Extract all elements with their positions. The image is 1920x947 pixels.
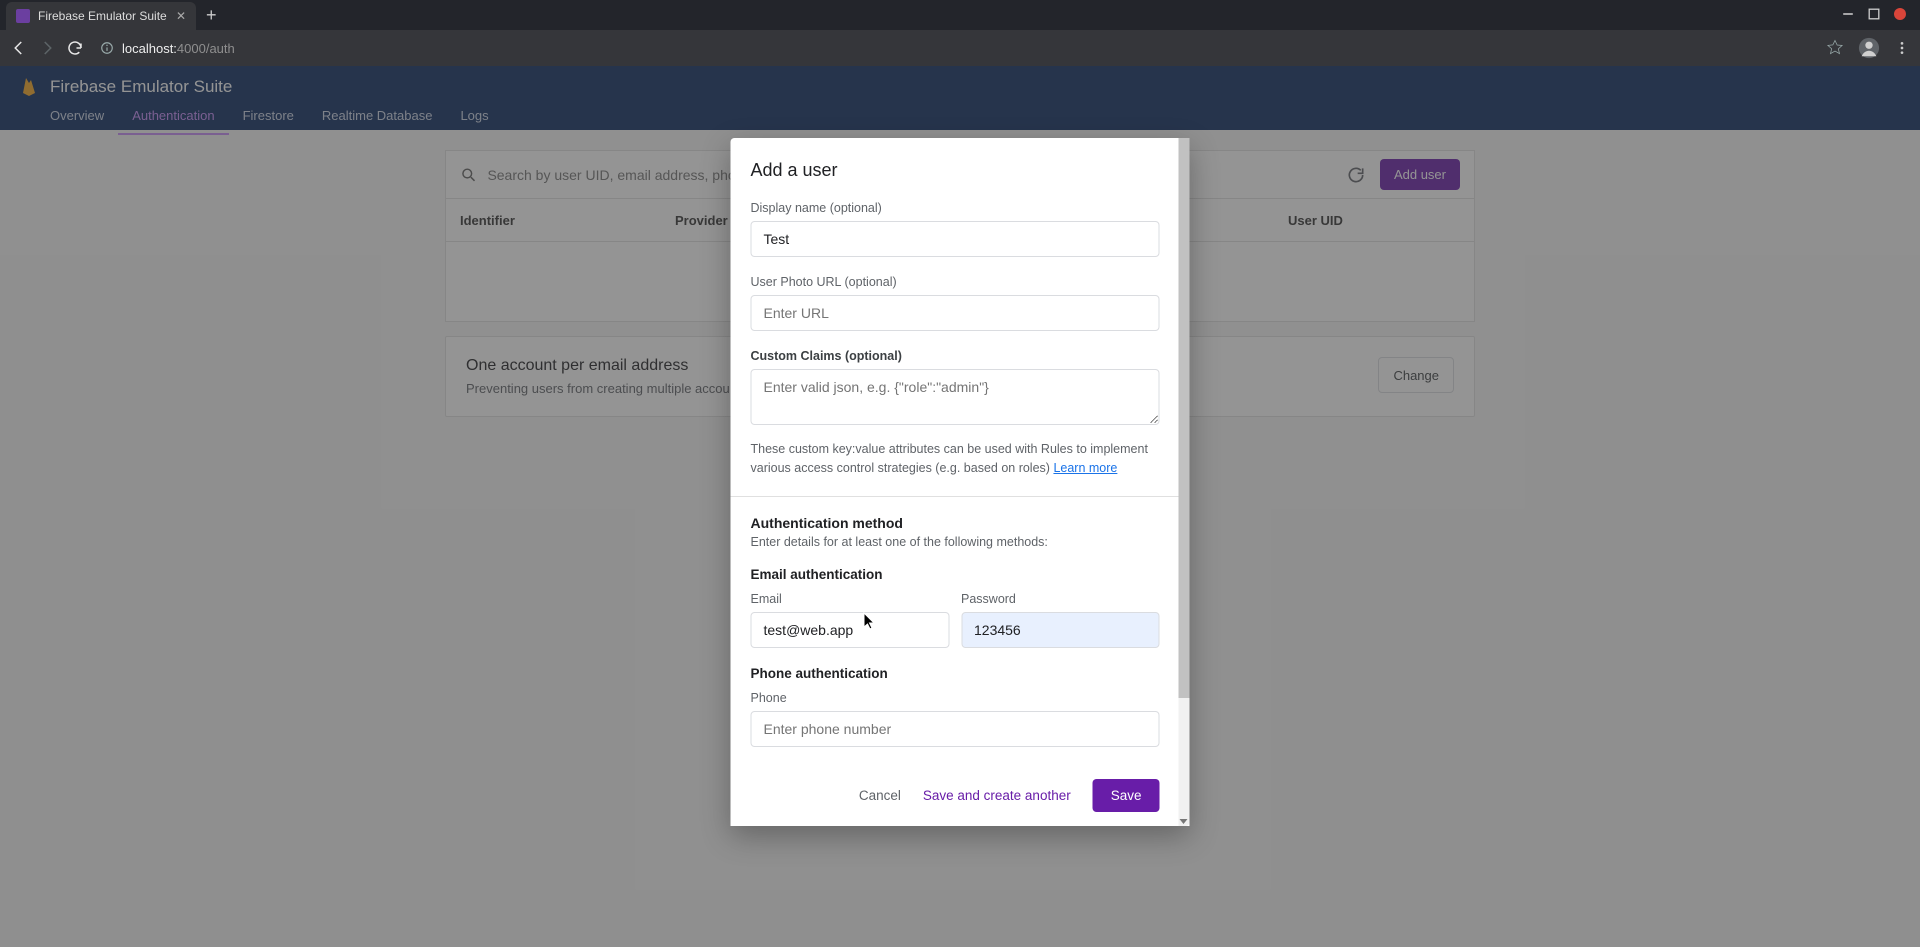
phone-label: Phone xyxy=(751,691,1160,705)
close-tab-icon[interactable]: ✕ xyxy=(176,9,186,23)
browser-tab[interactable]: Firebase Emulator Suite ✕ xyxy=(6,2,196,30)
new-tab-button[interactable]: + xyxy=(196,5,227,26)
email-auth-heading: Email authentication xyxy=(751,567,1160,582)
info-icon xyxy=(100,41,114,55)
custom-claims-input[interactable] xyxy=(751,369,1160,425)
window-close-icon[interactable] xyxy=(1894,8,1906,20)
email-input[interactable] xyxy=(751,612,950,648)
password-label: Password xyxy=(961,592,1160,606)
custom-claims-label: Custom Claims (optional) xyxy=(751,349,1160,363)
url-path: 4000/auth xyxy=(177,41,235,56)
dialog-scrollbar[interactable] xyxy=(1179,138,1190,826)
auth-method-subtitle: Enter details for at least one of the fo… xyxy=(751,535,1160,549)
tab-title: Firebase Emulator Suite xyxy=(38,9,167,23)
add-user-dialog: Add a user Display name (optional) User … xyxy=(731,138,1190,826)
forward-icon[interactable] xyxy=(38,39,56,57)
reload-icon[interactable] xyxy=(66,39,84,57)
cursor-icon xyxy=(863,612,877,632)
save-and-create-another-button[interactable]: Save and create another xyxy=(923,788,1071,803)
browser-titlebar: Firebase Emulator Suite ✕ + xyxy=(0,0,1920,30)
phone-input[interactable] xyxy=(751,711,1160,747)
kebab-menu-icon[interactable] xyxy=(1894,40,1910,56)
photo-url-label: User Photo URL (optional) xyxy=(751,275,1160,289)
tab-favicon xyxy=(16,9,30,23)
divider xyxy=(731,496,1180,497)
display-name-label: Display name (optional) xyxy=(751,201,1160,215)
url-field[interactable]: localhost:4000/auth xyxy=(94,41,1816,56)
window-minimize-icon[interactable] xyxy=(1842,8,1854,20)
browser-address-bar: localhost:4000/auth xyxy=(0,30,1920,66)
photo-url-input[interactable] xyxy=(751,295,1160,331)
back-icon[interactable] xyxy=(10,39,28,57)
learn-more-link[interactable]: Learn more xyxy=(1053,461,1117,475)
window-maximize-icon[interactable] xyxy=(1868,8,1880,20)
bookmark-star-icon[interactable] xyxy=(1826,39,1844,57)
password-input[interactable] xyxy=(961,612,1160,648)
auth-method-title: Authentication method xyxy=(751,515,1160,531)
save-button[interactable]: Save xyxy=(1093,779,1160,812)
url-host: localhost: xyxy=(122,41,177,56)
cancel-button[interactable]: Cancel xyxy=(859,788,901,803)
email-label: Email xyxy=(751,592,950,606)
display-name-input[interactable] xyxy=(751,221,1160,257)
profile-avatar-icon[interactable] xyxy=(1858,37,1880,59)
dialog-title: Add a user xyxy=(751,160,1160,181)
phone-auth-heading: Phone authentication xyxy=(751,666,1160,681)
custom-claims-helper: These custom key:value attributes can be… xyxy=(751,440,1160,478)
